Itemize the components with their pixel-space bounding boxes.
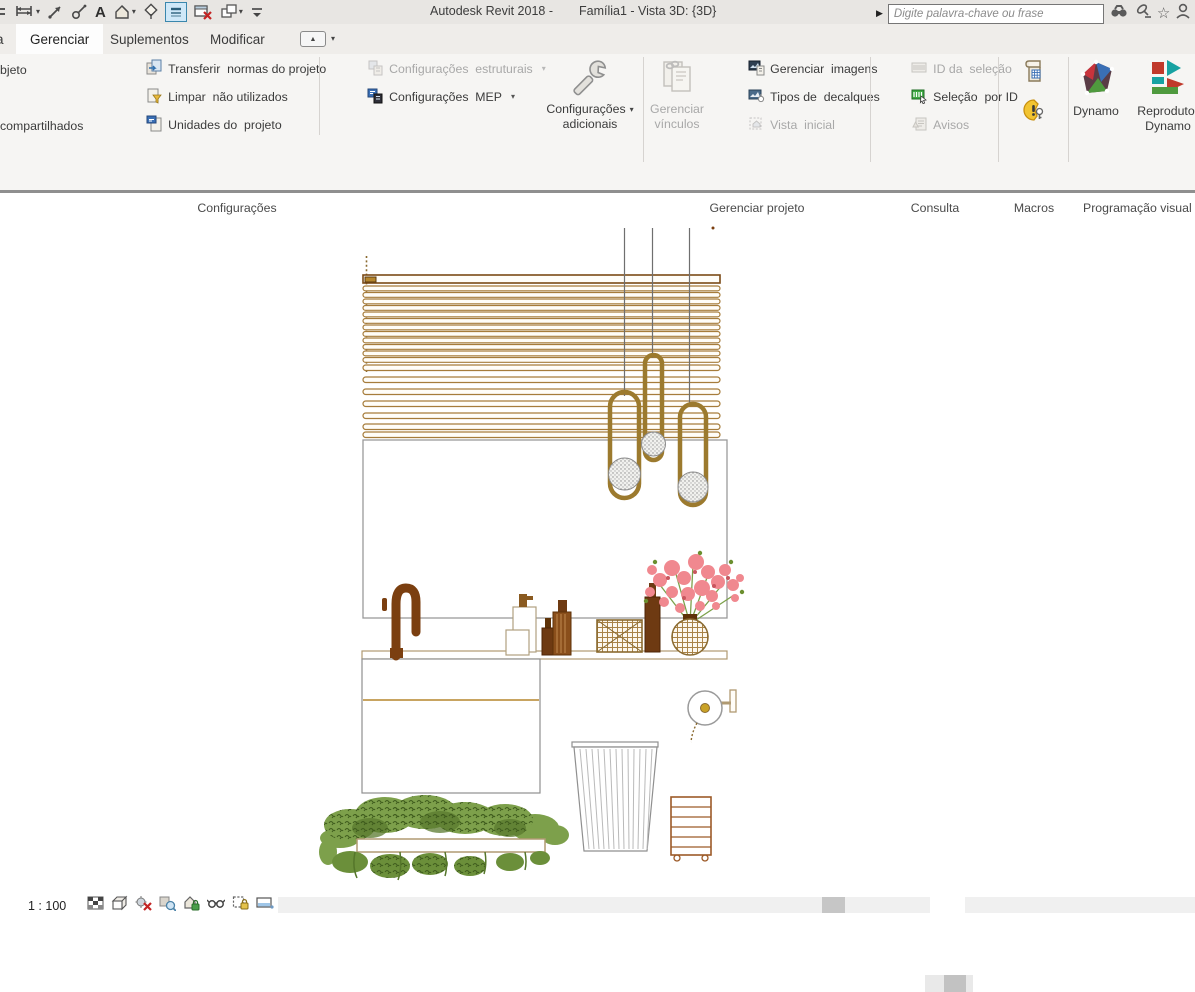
window-title: Autodesk Revit 2018 - Família1 - Vista 3…: [430, 4, 850, 18]
default-3d-view-icon[interactable]: ▾: [112, 2, 137, 22]
reveal-hidden-elements-icon[interactable]: [256, 895, 274, 916]
button-label: Vista inicial: [770, 117, 835, 132]
starting-view-icon: [714, 101, 765, 149]
detail-level-icon[interactable]: [111, 895, 128, 916]
horizontal-scrollbar-track-right[interactable]: [965, 897, 1195, 913]
panel-label-macros[interactable]: Macros: [1000, 201, 1068, 215]
panel-label-consulta[interactable]: Consulta: [872, 201, 998, 215]
selection-id-button[interactable]: ID da seleção: [877, 60, 1018, 77]
sign-in-person-icon[interactable]: [1175, 2, 1191, 25]
button-label: Seleção por ID: [933, 89, 1018, 104]
project-units-button[interactable]: Unidades do projeto: [112, 115, 326, 133]
dynamo-player-icon: [1148, 58, 1188, 104]
manage-links-button[interactable]: Gerenciar vínculos: [646, 58, 708, 132]
view-scale-button[interactable]: 1 : 100: [28, 899, 66, 913]
clipped-qat-icon[interactable]: [0, 2, 9, 22]
panel-label-programacao-visual[interactable]: Programação visual: [1083, 201, 1192, 215]
manage-links-icon: [660, 58, 694, 102]
structural-settings-button[interactable]: Configurações estruturais: [333, 60, 546, 77]
dynamo-button[interactable]: Dynamo: [1070, 58, 1122, 119]
button-label: Configurações: [546, 102, 626, 116]
measure-icon[interactable]: [46, 2, 65, 22]
view-control-bar: 1 : 100 <: [0, 895, 291, 916]
wrench-icon: [572, 58, 608, 102]
bottom-scrollbar-thumb[interactable]: [944, 975, 966, 992]
aligned-dimension-icon[interactable]: ▾: [14, 2, 41, 22]
title-bar: ▾ A ▾ ▾ Autodesk Revit 2018 - Família1 -…: [0, 0, 1195, 24]
revit-window: ▾ A ▾ ▾ Autodesk Revit 2018 - Família1 -…: [0, 0, 1195, 992]
ribbon-tab-bar: a Gerenciar Suplementos Modificar ▲ ▾: [0, 24, 1195, 54]
tag-icon[interactable]: [70, 2, 89, 22]
temporary-hide-isolate-glasses-icon[interactable]: [206, 895, 226, 916]
window-blinds[interactable]: [362, 256, 721, 439]
structural-settings-icon: [333, 45, 384, 93]
trash-can[interactable]: [571, 741, 659, 852]
toilet-paper-holder[interactable]: [687, 689, 737, 743]
crop-view-icon[interactable]: [232, 895, 249, 916]
button-label: ID da seleção: [933, 61, 1012, 76]
button-label: Transferir normas do projeto: [168, 61, 327, 76]
button-label: Dynamo: [1073, 104, 1119, 118]
dropdown-arrow-icon: ▾: [131, 7, 136, 16]
search-input[interactable]: [887, 3, 1104, 24]
vanity-cabinet[interactable]: [361, 658, 541, 794]
customize-qat-icon[interactable]: [249, 2, 265, 22]
clipped-label-compartilhados[interactable]: compartilhados: [0, 119, 83, 133]
app-title: Autodesk Revit 2018 -: [430, 4, 553, 18]
button-label: Configurações estruturais: [389, 61, 533, 76]
thin-lines-toggle-icon[interactable]: [164, 2, 187, 22]
macro-manager-button[interactable]: [1022, 59, 1046, 90]
selection-id-icon: [877, 45, 928, 93]
dynamo-icon: [1076, 58, 1116, 104]
text-tool-icon[interactable]: A: [94, 2, 107, 22]
ribbon-collapse-button[interactable]: ▲: [300, 31, 326, 47]
button-label: Configurações MEP: [389, 89, 502, 104]
switch-windows-icon[interactable]: ▾: [219, 2, 244, 22]
tab-gerenciar[interactable]: Gerenciar: [16, 24, 104, 54]
starting-view-button[interactable]: Vista inicial: [714, 116, 880, 133]
project-units-icon: [112, 101, 163, 149]
section-icon[interactable]: [142, 2, 160, 22]
warnings-icon: [877, 101, 928, 149]
lock-view-icon[interactable]: [183, 895, 200, 916]
search-binoculars-icon[interactable]: [1109, 2, 1129, 25]
dropdown-arrow-icon: ▾: [629, 104, 634, 114]
tab-clipped[interactable]: a: [0, 24, 10, 54]
tab-modificar[interactable]: Modificar: [196, 24, 279, 54]
button-label: adicionais: [562, 117, 618, 131]
close-hidden-windows-icon[interactable]: [192, 2, 214, 22]
sun-path-off-icon[interactable]: [135, 895, 153, 916]
clipped-label-projeto[interactable]: bjeto: [0, 63, 27, 77]
dropdown-arrow-icon: ▾: [238, 7, 243, 16]
button-label: Tipos de decalques: [770, 89, 880, 104]
favorites-star-icon[interactable]: ☆: [1157, 5, 1170, 23]
panel-label-gerenciar-projeto[interactable]: Gerenciar projeto: [645, 201, 869, 215]
button-label: Avisos: [933, 117, 970, 132]
button-label: vínculos: [654, 117, 700, 131]
warnings-button[interactable]: Avisos: [877, 116, 1018, 133]
search-expand-arrow-icon[interactable]: ▶: [876, 8, 883, 19]
drawer-cart[interactable]: [670, 796, 712, 862]
dynamo-player-button[interactable]: Reprodutor Dynamo: [1128, 58, 1195, 134]
button-label: Unidades do projeto: [168, 117, 282, 132]
macro-security-button[interactable]: [1022, 98, 1046, 127]
button-label: Reprodutor: [1137, 104, 1195, 118]
shadows-icon[interactable]: [159, 895, 177, 916]
communication-center-icon[interactable]: [1134, 2, 1152, 25]
additional-settings-button[interactable]: Configurações ▾ adicionais: [540, 58, 640, 132]
ribbon-collapse-options-icon[interactable]: ▾: [331, 35, 335, 43]
button-label: Limpar não utilizados: [168, 89, 288, 104]
quick-access-toolbar: ▾ A ▾ ▾: [0, 1, 265, 23]
ribbon-bottom-edge: [0, 190, 1195, 193]
plant-shelf[interactable]: [319, 795, 569, 881]
dropdown-arrow-icon: ▾: [36, 7, 41, 16]
visual-style-icon[interactable]: [87, 895, 104, 916]
document-title: Família1 - Vista 3D: {3D}: [579, 4, 717, 18]
ribbon: bjeto compartilhados Transferir normas d…: [0, 54, 1195, 215]
button-label: Gerenciar imagens: [770, 61, 878, 76]
button-label: Dynamo: [1145, 119, 1191, 133]
panel-label-configuracoes[interactable]: Configurações: [0, 201, 474, 215]
horizontal-scrollbar-thumb[interactable]: [822, 897, 845, 913]
button-label: Gerenciar: [650, 102, 704, 116]
